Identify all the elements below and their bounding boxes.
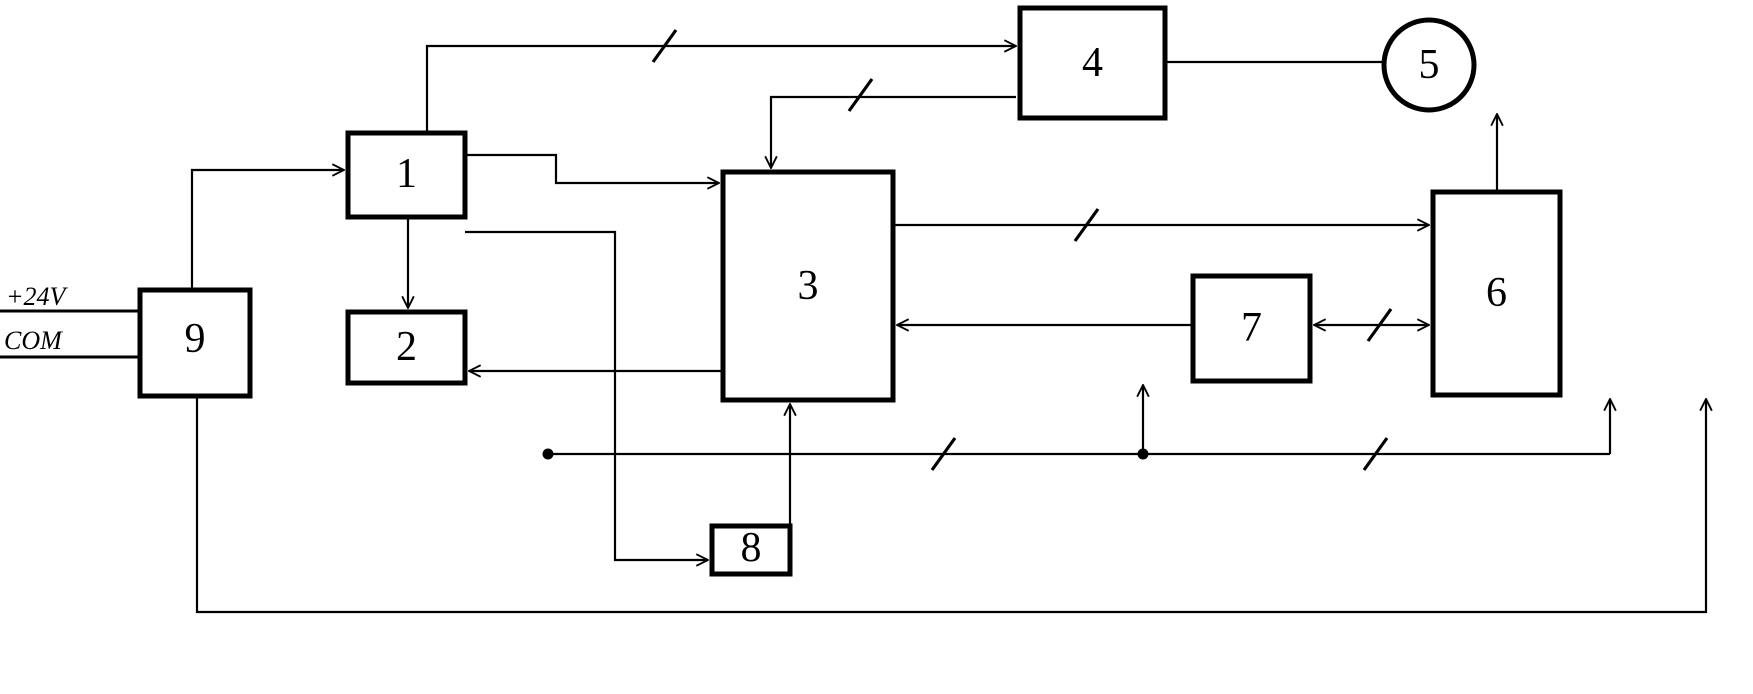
conn-9-to-6: [195, 396, 1706, 614]
block-2-outline: [345, 309, 468, 386]
block-9-outline: [137, 287, 253, 399]
block-6-outline: [1430, 189, 1563, 398]
junction-dot-bus-left: [542, 448, 554, 460]
block-5-outline: [1381, 17, 1477, 113]
conn-1-to-4: [425, 46, 1016, 133]
block-outlines: [137, 5, 1563, 577]
block-8-outline: [709, 523, 793, 577]
block-1-outline: [345, 130, 468, 220]
conn-1-to-3: [465, 153, 719, 183]
conn-1-to-8: [465, 230, 708, 560]
block-4-outline: [1017, 5, 1168, 121]
conn-9-to-1: [190, 170, 344, 290]
conn-4-to-3: [771, 95, 1016, 168]
block-3-outline: [720, 169, 896, 403]
power-common-label: COM: [4, 326, 62, 355]
diagram-vector-layer: [0, 5, 1753, 614]
junction-dot-bus-block7: [1137, 448, 1149, 460]
slash-marker-4-to-3: [847, 78, 874, 112]
block-7-outline: [1190, 273, 1313, 384]
block-diagram-canvas: 1 2 3 4 5 6 7 8 9 +24V COM: [0, 0, 1753, 694]
power-voltage-label: +24V: [6, 282, 66, 311]
